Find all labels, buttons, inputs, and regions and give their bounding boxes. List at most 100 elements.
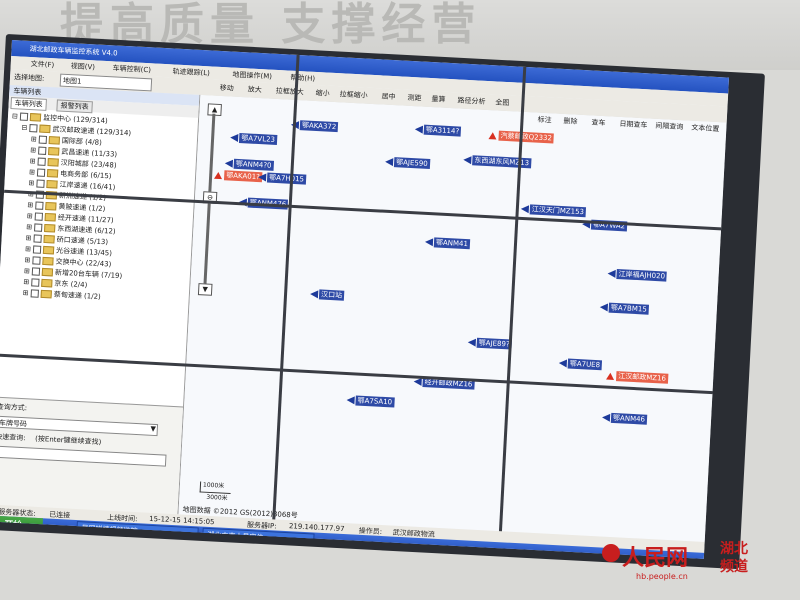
folder-icon [46,169,59,178]
menu-view[interactable]: 视图(V) [70,61,96,72]
vehicle-arrow-icon [424,237,434,247]
checkbox[interactable] [34,212,44,221]
vehicle-marker[interactable]: 江汉邮政MZ16 [606,371,669,384]
checkbox[interactable] [38,146,47,155]
menu-file[interactable]: 文件(F) [31,59,55,70]
checkbox[interactable] [36,168,46,177]
checkbox[interactable] [36,179,45,188]
tab-vehicle-list[interactable]: 车辆列表 [10,97,47,111]
vehicle-marker[interactable]: 鄂ANM46 [601,412,648,425]
tree-node-label: 黄陂速递 (1/2) [58,202,106,214]
vehicle-label: 鄂A7H015 [266,172,307,185]
checkbox[interactable] [37,157,46,166]
vehicle-label: 汉口站 [318,289,345,301]
maptool-mark[interactable]: 标注 [537,115,552,127]
vehicle-label: 鄂AKA372 [299,120,339,133]
menu-vehicle-control[interactable]: 车辆控制(C) [112,63,151,75]
menu-track[interactable]: 轨迹跟踪(L) [172,66,210,78]
vehicle-marker[interactable]: 江岸福AJH020 [607,268,668,282]
vehicle-marker[interactable]: 鄂A3114? [414,124,462,137]
vehicle-marker[interactable]: 鄂A7H015 [257,172,307,185]
vehicle-label: 江岸福AJH020 [616,268,668,282]
folder-icon [42,256,54,266]
quick-query-input[interactable] [0,445,167,467]
vehicle-arrow-icon [607,269,616,278]
scale-bottom-label: 3000米 [206,493,228,502]
tree-node-label: 国际部 (4/8) [61,136,102,147]
vehicle-marker[interactable]: 江汉天门MZ153 [520,204,587,218]
folder-icon [43,234,55,244]
checkbox[interactable] [33,234,42,243]
tool-box-zoom-in[interactable]: 拉框放大 [275,86,303,97]
tool-move[interactable]: 移动 [220,83,235,94]
menu-help[interactable]: 帮助(H) [290,73,315,84]
vehicle-label: 鄂AKA01? [223,170,263,183]
vehicle-label: 鄂ANM46 [610,412,648,425]
checkbox[interactable] [32,256,41,265]
tree-node-label: 蔡甸速递 (1/2) [53,290,101,301]
maptool-interval[interactable]: 间隔查询 [655,121,684,133]
vehicle-label: 鄂A7UE8 [567,358,603,371]
checkbox[interactable] [32,245,42,254]
vehicle-marker[interactable]: 鄂ANM41 [424,237,471,250]
tree-node-label: 硚口速递 (5/13) [56,235,109,247]
tool-measure[interactable]: 测距 [407,93,422,104]
folder-icon [29,113,42,122]
tool-zoom-out[interactable]: 缩小 [315,88,330,99]
vehicle-arrow-icon [467,338,477,347]
folder-icon [44,212,57,222]
select-map-value: 地图1 [62,76,82,86]
tool-area[interactable]: 量算 [431,94,446,105]
checkbox[interactable] [38,135,48,144]
vehicle-arrow-icon [414,125,424,134]
maptool-find-car[interactable]: 查车 [591,117,606,129]
maptool-text-position[interactable]: 文本位置 [691,123,720,135]
checkbox[interactable] [29,124,38,133]
map-view[interactable]: ▲ ⊖ ▼ 标注 删除 查车 日期查车 间隔查询 文本位置 鄂AKA372 鄂A3… [178,94,727,542]
tool-route[interactable]: 路径分析 [457,95,485,106]
tree-node-label: 京东 (2/4) [54,279,88,290]
vehicle-arrow-icon [384,157,394,167]
checkbox[interactable] [35,201,44,210]
vehicle-marker[interactable]: 鄂A7VL23 [229,133,278,145]
checkbox[interactable] [19,112,29,121]
tool-box-zoom-out[interactable]: 拉框缩小 [339,89,367,100]
tool-zoom-in[interactable]: 放大 [247,84,262,95]
vehicle-arrow-icon [601,413,611,422]
vehicle-marker[interactable]: 鄂AKA372 [290,120,339,133]
menu-map-ops[interactable]: 地图操作(M) [232,70,272,82]
tool-full-map[interactable]: 全图 [495,97,510,108]
maptool-date-search[interactable]: 日期查车 [619,119,648,131]
folder-icon [48,147,60,156]
folder-icon [42,245,55,255]
vehicle-marker[interactable]: 鄂AJE89? [467,337,512,350]
vehicle-marker[interactable]: 汉口站 [309,289,345,301]
vehicle-label: 江汉邮政MZ16 [615,371,669,384]
checkbox[interactable] [31,267,41,276]
watermark-brand: 人民网 [622,546,689,571]
quick-query-hint: (按Enter键继续查找) [34,434,102,447]
vehicle-label: 鄂A7SA10 [355,395,395,408]
tree-node-label: 经开速递 (11/27) [57,213,114,225]
vehicle-marker[interactable]: 鄂AKA01? [214,170,263,183]
vehicle-marker[interactable]: 鄂A7BM15 [599,302,650,315]
vehicle-marker[interactable]: 鄂AJE590 [384,157,430,170]
tool-center[interactable]: 居中 [381,91,396,102]
vehicle-marker[interactable]: 鄂A7SA10 [346,395,395,408]
pan-down-button[interactable]: ▼ [197,283,213,296]
watermark-logo: 人民网 湖北频道 hb.people.cn [600,538,800,598]
checkbox[interactable] [30,289,40,298]
vehicle-arrow-icon [346,396,355,405]
folder-icon [44,223,56,233]
tab-alarm-list[interactable]: 报警列表 [56,99,93,114]
chevron-down-icon: ▼ [150,424,157,434]
checkbox[interactable] [31,278,40,287]
vehicle-marker[interactable]: 鄂ANM4?0 [224,158,274,171]
vehicle-arrow-icon [558,359,568,368]
tree-node[interactable]: ⊞ 蔡甸速递 (1/2) [22,288,101,303]
vehicle-label: 鄂A7VL23 [238,133,278,145]
maptool-delete[interactable]: 删除 [563,116,578,128]
vehicle-marker[interactable]: 鄂A7UE8 [558,358,603,371]
watermark-region: 湖北频道 [720,541,748,575]
checkbox[interactable] [34,223,43,232]
